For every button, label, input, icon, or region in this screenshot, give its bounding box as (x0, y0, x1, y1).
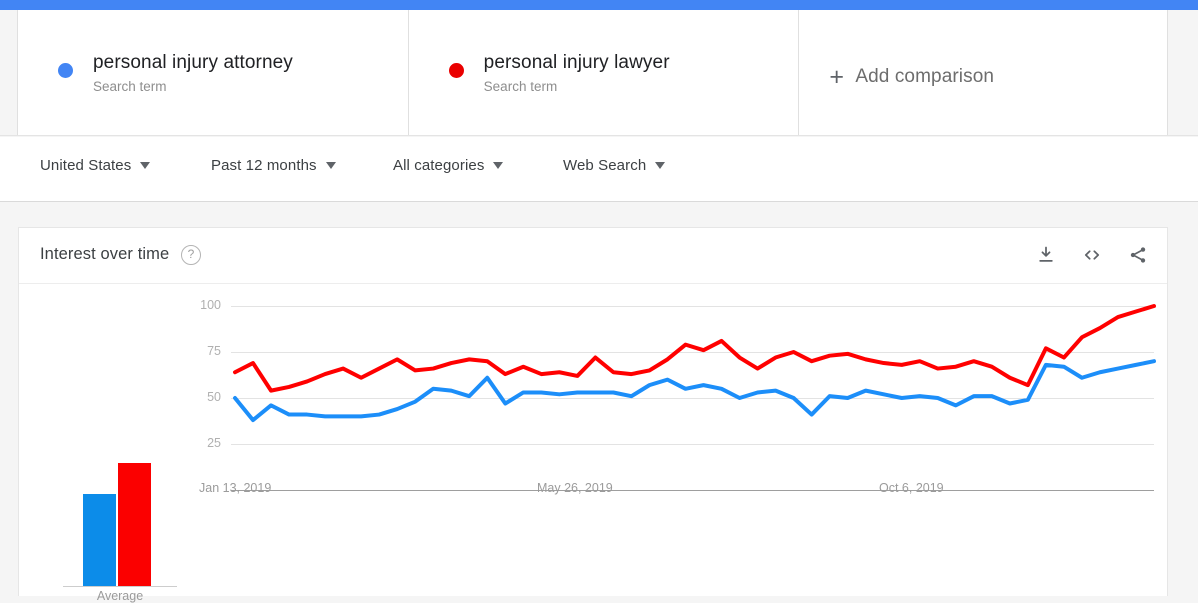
chevron-down-icon (655, 162, 666, 169)
comparison-terms-row: personal injury attorney Search term per… (0, 10, 1198, 136)
filter-search-type-label: Web Search (563, 157, 647, 174)
top-accent-bar (0, 0, 1198, 10)
average-baseline (63, 586, 177, 587)
share-icon[interactable] (1123, 240, 1153, 270)
help-icon[interactable]: ? (181, 245, 201, 265)
term-sublabel-1: Search term (93, 79, 167, 94)
add-comparison-label: Add comparison (855, 66, 995, 87)
term-color-dot-blue (58, 63, 73, 78)
chevron-down-icon (140, 162, 151, 169)
card-title: Interest over time (40, 245, 170, 263)
term-sublabel-2: Search term (483, 79, 558, 94)
average-bar-lawyer (118, 462, 151, 586)
download-icon[interactable] (1031, 240, 1061, 270)
terms-right-gutter (1168, 10, 1198, 135)
interest-over-time-card: Interest over time ? Average 100 75 50 2… (18, 227, 1168, 603)
card-actions (1031, 240, 1153, 270)
add-comparison-button[interactable]: + Add comparison (829, 63, 995, 91)
card-header: Interest over time ? (19, 228, 1167, 284)
filter-location-label: United States (40, 157, 132, 174)
plot-area: Average 100 75 50 25 Jan 13, 2019 May 26… (19, 284, 1167, 603)
terms-left-gutter (0, 10, 18, 135)
filter-bar: United States Past 12 months All categor… (0, 137, 1198, 202)
average-label: Average (96, 589, 144, 603)
filter-category[interactable]: All categories (393, 157, 504, 174)
chevron-down-icon (325, 162, 336, 169)
term-label-1: personal injury attorney (93, 52, 293, 73)
filter-time-range-label: Past 12 months (211, 157, 317, 174)
term-label-2: personal injury lawyer (483, 52, 670, 73)
chevron-down-icon (493, 162, 504, 169)
term-card-1[interactable]: personal injury attorney Search term (18, 10, 409, 135)
filter-category-label: All categories (393, 157, 485, 174)
average-bar-attorney (83, 494, 116, 586)
trend-chart: 100 75 50 25 Jan 13, 2019 May 26, 2019 O… (179, 284, 1167, 596)
filter-search-type[interactable]: Web Search (563, 157, 666, 174)
average-bar-chart: Average (41, 284, 179, 603)
filter-location[interactable]: United States (40, 157, 151, 174)
add-comparison-card[interactable]: + Add comparison (799, 10, 1169, 135)
term-card-2[interactable]: personal injury lawyer Search term (409, 10, 800, 135)
filter-time-range[interactable]: Past 12 months (211, 157, 336, 174)
term-color-dot-red (448, 63, 464, 78)
plus-icon: + (829, 63, 844, 91)
trend-lines (233, 304, 1156, 423)
embed-code-icon[interactable] (1077, 240, 1107, 270)
line-series-lawyer (233, 304, 1156, 393)
